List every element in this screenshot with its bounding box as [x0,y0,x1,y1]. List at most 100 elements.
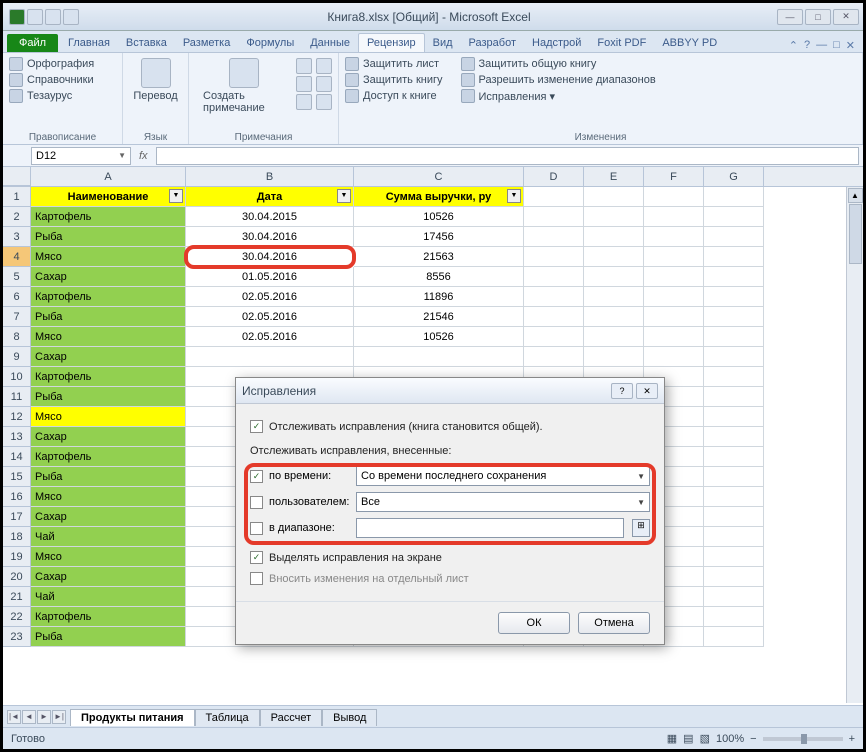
range-picker-icon[interactable]: ⊞ [632,519,650,537]
win-restore-icon[interactable]: □ [833,39,840,52]
cell[interactable]: 8556 [354,267,524,287]
cell[interactable] [704,507,764,527]
cell[interactable] [644,227,704,247]
cell[interactable] [584,227,644,247]
cell[interactable] [584,267,644,287]
zoom-in-button[interactable]: + [849,733,855,745]
cell[interactable] [524,307,584,327]
row-header[interactable]: 8 [3,327,31,347]
cell[interactable]: 02.05.2016 [186,307,354,327]
track-changes-button[interactable]: Исправления ▾ [461,88,656,104]
ribbon-tab[interactable]: Главная [60,34,118,52]
cell[interactable] [524,207,584,227]
cell[interactable]: Сахар [31,267,186,287]
undo-icon[interactable] [45,9,61,25]
track-checkbox-row[interactable]: ✓ Отслеживать исправления (книга станови… [250,416,650,437]
row-header[interactable]: 15 [3,467,31,487]
cancel-button[interactable]: Отмена [578,612,650,634]
cell[interactable]: Картофель [31,287,186,307]
cell[interactable] [584,347,644,367]
cell[interactable] [704,527,764,547]
scroll-up-icon[interactable]: ▲ [848,188,863,203]
show-comment-icon[interactable] [316,58,332,74]
cell[interactable] [704,227,764,247]
cell[interactable]: 17456 [354,227,524,247]
cell[interactable] [704,327,764,347]
cell[interactable] [704,487,764,507]
file-tab[interactable]: Файл [7,34,58,52]
checkbox-icon[interactable] [250,522,263,535]
cell[interactable]: Мясо [31,407,186,427]
cell[interactable]: Мясо [31,547,186,567]
row-header[interactable]: 10 [3,367,31,387]
cell[interactable]: Мясо [31,247,186,267]
cell[interactable]: Сахар [31,427,186,447]
cell[interactable]: 02.05.2016 [186,287,354,307]
cell[interactable] [584,327,644,347]
cell[interactable] [704,627,764,647]
row-header[interactable]: 6 [3,287,31,307]
cell[interactable]: 21563 [354,247,524,267]
by-user-select[interactable]: Все▼ [356,492,650,512]
ribbon-tab[interactable]: Разработ [461,34,524,52]
cell[interactable]: Сахар [31,347,186,367]
row-header[interactable]: 11 [3,387,31,407]
save-icon[interactable] [27,9,43,25]
cell[interactable] [524,287,584,307]
cell[interactable]: 11896 [354,287,524,307]
vertical-scrollbar[interactable]: ▲ [846,187,863,703]
col-D[interactable]: D [524,167,584,186]
scroll-thumb[interactable] [849,204,862,264]
cell[interactable]: 21546 [354,307,524,327]
cell[interactable]: Мясо [31,327,186,347]
fx-icon[interactable]: fx [139,150,148,162]
row-header[interactable]: 7 [3,307,31,327]
range-input[interactable] [356,518,624,538]
dialog-help-button[interactable]: ? [611,383,633,399]
ribbon-tab[interactable]: ABBYY PD [654,34,725,52]
cell[interactable] [584,307,644,327]
col-E[interactable]: E [584,167,644,186]
row-header[interactable]: 21 [3,587,31,607]
view-normal-icon[interactable]: ▦ [667,732,677,745]
col-G[interactable]: G [704,167,764,186]
cell[interactable]: 01.05.2016 [186,267,354,287]
row-header[interactable]: 23 [3,627,31,647]
cell[interactable] [644,347,704,367]
cell[interactable]: Чай [31,527,186,547]
row-header[interactable]: 19 [3,547,31,567]
cell[interactable]: Картофель [31,607,186,627]
zoom-out-button[interactable]: − [750,733,756,745]
cell[interactable] [704,407,764,427]
cell[interactable]: Картофель [31,367,186,387]
ribbon-tab[interactable]: Вставка [118,34,175,52]
header-cell[interactable]: Сумма выручки, ру▼ [354,187,524,207]
cell[interactable]: Мясо [31,487,186,507]
filter-icon[interactable]: ▼ [507,189,521,203]
cell[interactable]: Рыба [31,467,186,487]
prev-comment-icon[interactable] [296,76,312,92]
ok-button[interactable]: ОК [498,612,570,634]
checkbox-icon[interactable]: ✓ [250,420,263,433]
dialog-titlebar[interactable]: Исправления ? ✕ [236,378,664,404]
maximize-button[interactable]: □ [805,9,831,25]
sheet-tab[interactable]: Рассчет [260,709,323,726]
cell[interactable] [704,427,764,447]
row-header[interactable]: 5 [3,267,31,287]
row-header[interactable]: 14 [3,447,31,467]
cell[interactable] [524,347,584,367]
cell[interactable]: 30.04.2015 [186,207,354,227]
dialog-close-button[interactable]: ✕ [636,383,658,399]
win-close-icon[interactable]: ✕ [846,39,855,52]
last-sheet-icon[interactable]: ►| [52,710,66,724]
row-header[interactable]: 18 [3,527,31,547]
col-A[interactable]: A [31,167,186,186]
cell[interactable] [704,387,764,407]
protect-shared-button[interactable]: Защитить общую книгу [461,56,656,72]
cell[interactable] [704,607,764,627]
row-header[interactable]: 1 [3,187,31,207]
zoom-slider[interactable] [763,737,843,741]
cell[interactable]: Чай [31,587,186,607]
cell[interactable] [524,227,584,247]
cell[interactable] [704,287,764,307]
